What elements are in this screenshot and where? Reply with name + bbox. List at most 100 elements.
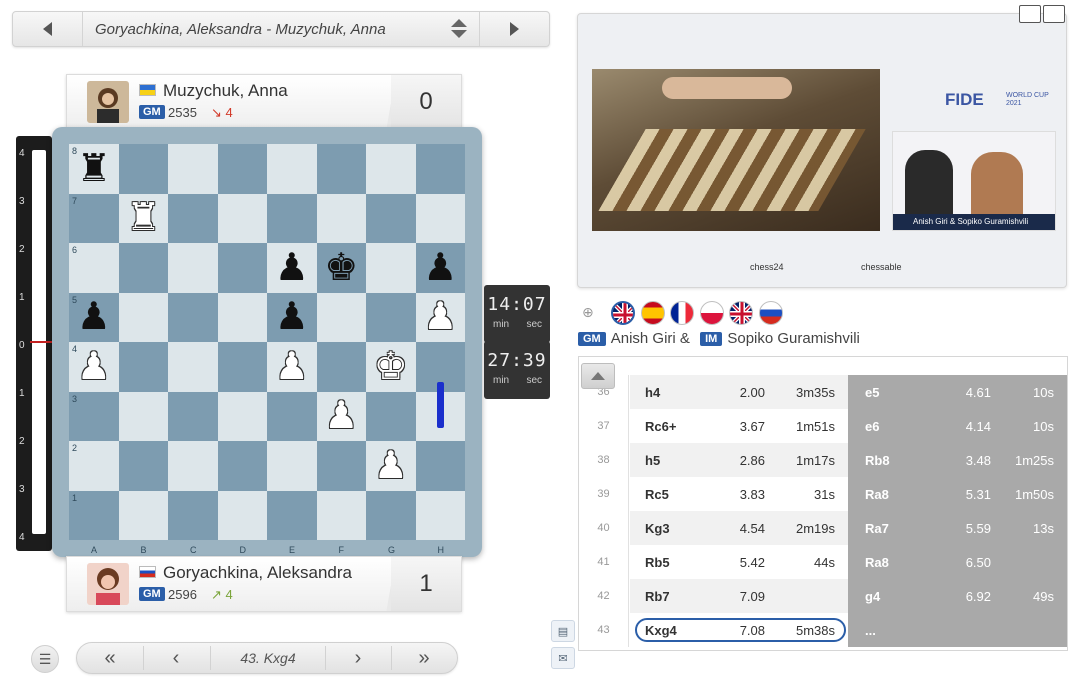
white-move[interactable]: Rb5 (645, 555, 670, 570)
square-f3[interactable]: ♟ (316, 391, 366, 441)
black-move[interactable]: e5 (865, 385, 879, 400)
notation-view-icon[interactable]: ▤ (551, 620, 575, 642)
square-e2[interactable] (267, 441, 317, 491)
move-row[interactable]: 37 Rc6+ 3.67 1m51s e6 4.14 10s (579, 409, 1067, 443)
square-b3[interactable] (118, 391, 168, 441)
white-move[interactable]: Rc6+ (645, 419, 676, 434)
move-row[interactable]: 41 Rb5 5.42 44s Ra8 6.50 (579, 545, 1067, 579)
square-a5[interactable]: 5 ♟ (69, 292, 119, 342)
square-f1[interactable] (316, 490, 366, 540)
black-pawn-icon[interactable]: ♟ (77, 298, 111, 336)
white-move[interactable]: Rc5 (645, 487, 669, 502)
square-f7[interactable] (316, 193, 366, 243)
black-move[interactable]: Ra8 (865, 555, 889, 570)
white-move[interactable]: Kxg4 (645, 623, 677, 638)
move-row[interactable]: 43 Kxg4 7.08 5m38s... (579, 613, 1067, 647)
commentary-flag-poland-icon[interactable] (699, 301, 724, 325)
square-b1[interactable] (118, 490, 168, 540)
square-f6[interactable]: ♚ (316, 243, 366, 293)
prev-game-button[interactable] (13, 12, 83, 46)
square-c4[interactable] (168, 342, 218, 392)
move-row[interactable]: 40 Kg3 4.54 2m19s Ra7 5.59 13s (579, 511, 1067, 545)
square-h7[interactable] (415, 193, 465, 243)
broadcast-icon[interactable]: ⊕ (582, 304, 594, 321)
move-row[interactable]: 39 Rc5 3.83 31s Ra8 5.31 1m50s (579, 477, 1067, 511)
square-e8[interactable] (267, 144, 317, 194)
square-g1[interactable] (366, 490, 416, 540)
black-move[interactable]: g4 (865, 589, 880, 604)
square-f8[interactable] (316, 144, 366, 194)
menu-button[interactable]: ☰ (31, 645, 59, 673)
black-move[interactable]: ... (865, 623, 876, 638)
square-d2[interactable] (217, 441, 267, 491)
square-h1[interactable] (415, 490, 465, 540)
black-move[interactable]: Rb8 (865, 453, 890, 468)
black-rook-icon[interactable]: ♜ (77, 150, 111, 188)
black-pawn-icon[interactable]: ♟ (275, 298, 309, 336)
black-move[interactable]: e6 (865, 419, 879, 434)
square-c6[interactable] (168, 243, 218, 293)
black-pawn-icon[interactable]: ♟ (423, 249, 457, 287)
square-e6[interactable]: ♟ (267, 243, 317, 293)
square-d7[interactable] (217, 193, 267, 243)
commentary-flag-france-icon[interactable] (670, 301, 694, 325)
black-move[interactable]: Ra8 (865, 487, 889, 502)
white-rook-icon[interactable]: ♜ (126, 199, 160, 237)
square-e3[interactable] (267, 391, 317, 441)
square-a4[interactable]: 4 ♟ (69, 342, 119, 392)
square-h2[interactable] (415, 441, 465, 491)
last-move-button[interactable]: » (391, 643, 457, 673)
square-a6[interactable]: 6 (69, 243, 119, 293)
white-pawn-icon[interactable]: ♟ (423, 298, 457, 336)
square-d1[interactable] (217, 490, 267, 540)
commentary-flag-uk-icon[interactable] (729, 301, 753, 325)
square-b5[interactable] (118, 292, 168, 342)
white-king-icon[interactable]: ♚ (374, 348, 408, 386)
next-game-button[interactable] (479, 12, 549, 46)
square-g4[interactable]: ♚ (366, 342, 416, 392)
black-move[interactable]: Ra7 (865, 521, 889, 536)
commentary-flag-uk-icon[interactable] (611, 301, 635, 325)
white-pawn-icon[interactable]: ♟ (374, 447, 408, 485)
square-d8[interactable] (217, 144, 267, 194)
move-row[interactable]: 36 h4 2.00 3m35s e5 4.61 10s (579, 375, 1067, 409)
square-e4[interactable]: ♟ (267, 342, 317, 392)
move-row[interactable]: 42 Rb7 7.09 g4 6.92 49s (579, 579, 1067, 613)
move-row[interactable]: 38 h5 2.86 1m17s Rb8 3.48 1m25s (579, 443, 1067, 477)
square-a1[interactable]: 1 (69, 490, 119, 540)
square-a2[interactable]: 2 (69, 441, 119, 491)
square-e7[interactable] (267, 193, 317, 243)
square-d6[interactable] (217, 243, 267, 293)
square-g6[interactable] (366, 243, 416, 293)
white-pawn-icon[interactable]: ♟ (275, 348, 309, 386)
white-pawn-icon[interactable]: ♟ (324, 397, 358, 435)
white-pawn-icon[interactable]: ♟ (77, 348, 111, 386)
square-a3[interactable]: 3 (69, 391, 119, 441)
square-c5[interactable] (168, 292, 218, 342)
commentary-flag-spain-icon[interactable] (640, 301, 665, 325)
square-a7[interactable]: 7 (69, 193, 119, 243)
minimize-video-icon[interactable] (1019, 5, 1041, 23)
square-h5[interactable]: ♟ (415, 292, 465, 342)
square-c7[interactable] (168, 193, 218, 243)
scroll-up-button[interactable] (581, 363, 615, 389)
square-f2[interactable] (316, 441, 366, 491)
next-move-button[interactable]: › (325, 643, 391, 673)
square-b2[interactable] (118, 441, 168, 491)
square-e5[interactable]: ♟ (267, 292, 317, 342)
first-move-button[interactable]: « (77, 643, 143, 673)
game-selector[interactable]: Goryachkina, Aleksandra - Muzychuk, Anna (12, 11, 550, 47)
square-d3[interactable] (217, 391, 267, 441)
video-player[interactable]: FIDE WORLD CUP 2021 Anish Giri & Sopiko G… (577, 13, 1067, 288)
square-c1[interactable] (168, 490, 218, 540)
white-move[interactable]: h4 (645, 385, 660, 400)
prev-move-button[interactable]: ‹ (143, 643, 209, 673)
white-move[interactable]: h5 (645, 453, 660, 468)
chat-icon[interactable]: ✉ (551, 647, 575, 669)
square-g2[interactable]: ♟ (366, 441, 416, 491)
square-c2[interactable] (168, 441, 218, 491)
maximize-video-icon[interactable] (1043, 5, 1065, 23)
chess-board[interactable]: 8 ♜ 7 ♜ 6 ♟ ♚ ♟ 5 ♟ ♟ ♟ 4 ♟ ♟ ♚ 3 ♟ 2 ♟ 1 ABCDEFGH (52, 127, 482, 557)
square-b7[interactable]: ♜ (118, 193, 168, 243)
select-updown-icon[interactable] (451, 18, 467, 40)
